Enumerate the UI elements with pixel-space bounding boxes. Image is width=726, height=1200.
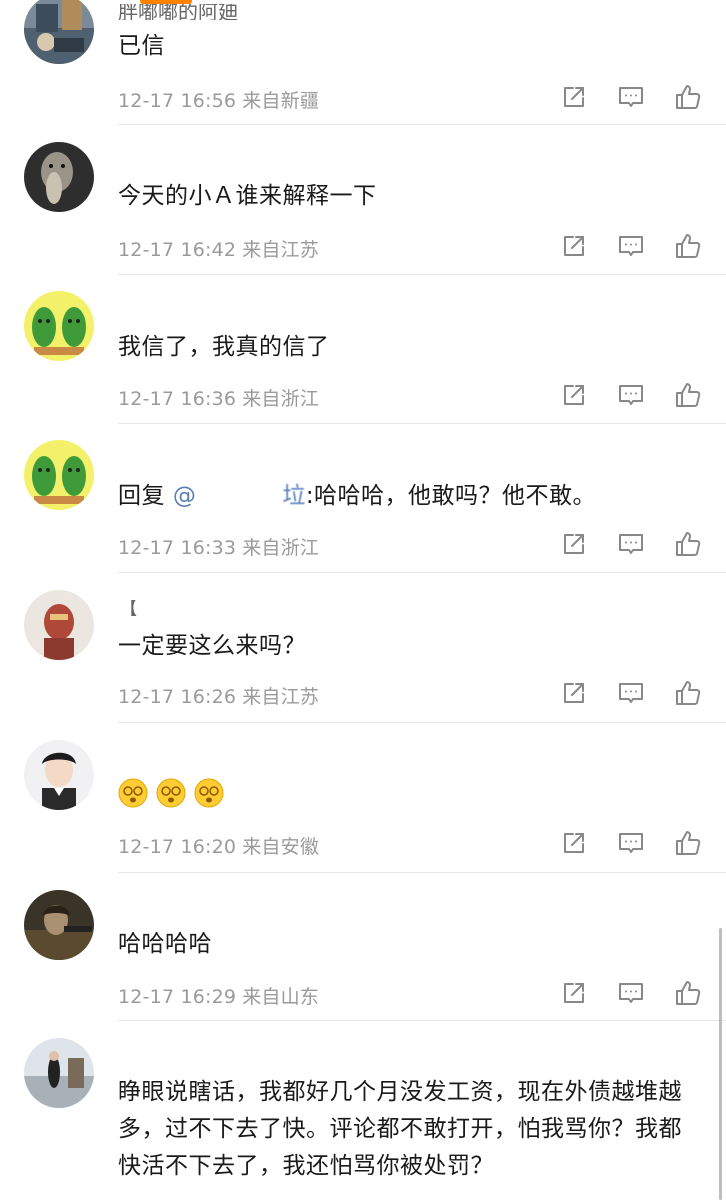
thumbs-up-icon[interactable]	[674, 530, 702, 558]
comment-text: 我信了，我真的信了	[118, 334, 330, 360]
comment-icon[interactable]	[617, 83, 645, 111]
comment-time: 12-17 16:33	[118, 537, 237, 559]
comment-actions	[560, 83, 710, 111]
thumbs-up-icon[interactable]	[674, 83, 702, 111]
mention-link[interactable]: @ 垃	[173, 483, 306, 509]
avatar[interactable]	[24, 0, 94, 64]
dizzy-face-emoji	[156, 778, 186, 807]
share-icon[interactable]	[560, 679, 588, 707]
comment-text: 已信	[118, 33, 165, 59]
comment-meta: 12-17 16:20 来自安徽	[118, 832, 319, 859]
thumbs-up-icon[interactable]	[674, 232, 702, 260]
reply-text: :哈哈哈，他敢吗？他不敢。	[305, 483, 597, 509]
comment-location: 来自浙江	[242, 537, 320, 559]
comment-actions	[560, 679, 710, 707]
comment-time: 12-17 16:36	[118, 388, 237, 410]
comment-time: 12-17 16:56	[118, 90, 237, 112]
comment-time: 12-17 16:26	[118, 686, 237, 708]
comment-location: 来自安徽	[242, 836, 320, 858]
comment-actions	[560, 979, 710, 1007]
share-icon[interactable]	[560, 381, 588, 409]
comment-meta: 12-17 16:36 来自浙江	[118, 384, 319, 411]
divider	[118, 872, 726, 873]
avatar[interactable]	[24, 142, 94, 212]
share-icon[interactable]	[560, 530, 588, 558]
comment-icon[interactable]	[617, 381, 645, 409]
comment-actions	[560, 381, 710, 409]
comment-actions	[560, 232, 710, 260]
comment-text: 一定要这么来吗？	[118, 633, 306, 659]
comment-meta: 12-17 16:29 来自山东	[118, 982, 319, 1009]
comment-time: 12-17 16:20	[118, 836, 237, 858]
avatar[interactable]	[24, 590, 94, 660]
comment-nickname[interactable]: 【	[118, 600, 138, 616]
avatar[interactable]	[24, 1038, 94, 1108]
comment-location: 来自江苏	[242, 239, 320, 261]
comment-text: 哈哈哈哈	[118, 931, 212, 957]
comment-text: 回复 @ 垃:哈哈哈，他敢吗？他不敢。	[118, 478, 700, 514]
comment-location: 来自山东	[242, 986, 320, 1008]
divider	[118, 423, 726, 424]
avatar[interactable]	[24, 740, 94, 810]
comment-meta: 12-17 16:42 来自江苏	[118, 235, 319, 262]
avatar[interactable]	[24, 890, 94, 960]
thumbs-up-icon[interactable]	[674, 381, 702, 409]
dizzy-face-emoji	[118, 778, 148, 807]
comment-meta: 12-17 16:26 来自江苏	[118, 682, 319, 709]
comment-icon[interactable]	[617, 829, 645, 857]
divider	[118, 572, 726, 573]
comment-time: 12-17 16:42	[118, 239, 237, 261]
comment-meta: 12-17 16:56 来自新疆	[118, 86, 319, 113]
thumbs-up-icon[interactable]	[674, 979, 702, 1007]
comment-meta: 12-17 16:33 来自浙江	[118, 533, 319, 560]
comment-location: 来自浙江	[242, 388, 320, 410]
comment-text	[118, 774, 700, 810]
share-icon[interactable]	[560, 232, 588, 260]
share-icon[interactable]	[560, 979, 588, 1007]
comment-actions	[560, 829, 710, 857]
thumbs-up-icon[interactable]	[674, 829, 702, 857]
comment-text: 今天的小Ａ谁来解释一下	[118, 183, 377, 209]
scrollbar[interactable]	[719, 928, 722, 1200]
comment-text: 睁眼说瞎话，我都好几个月没发工资，现在外债越堆越多，过不下去了快。评论都不敢打开…	[118, 1079, 682, 1179]
comment-icon[interactable]	[617, 979, 645, 1007]
comment-icon[interactable]	[617, 530, 645, 558]
divider	[118, 1020, 726, 1021]
comment-location: 来自江苏	[242, 686, 320, 708]
divider	[118, 274, 726, 275]
reply-prefix: 回复	[118, 483, 165, 509]
comment-actions	[560, 530, 710, 558]
share-icon[interactable]	[560, 83, 588, 111]
avatar[interactable]	[24, 291, 94, 361]
divider	[118, 124, 726, 125]
avatar[interactable]	[24, 440, 94, 510]
comment-nickname[interactable]: 胖嘟嘟的阿廸	[118, 4, 238, 20]
thumbs-up-icon[interactable]	[674, 679, 702, 707]
comment-icon[interactable]	[617, 232, 645, 260]
comment-location: 来自新疆	[242, 90, 320, 112]
comment-time: 12-17 16:29	[118, 986, 237, 1008]
divider	[118, 722, 726, 723]
comment-icon[interactable]	[617, 679, 645, 707]
share-icon[interactable]	[560, 829, 588, 857]
dizzy-face-emoji	[194, 778, 224, 807]
